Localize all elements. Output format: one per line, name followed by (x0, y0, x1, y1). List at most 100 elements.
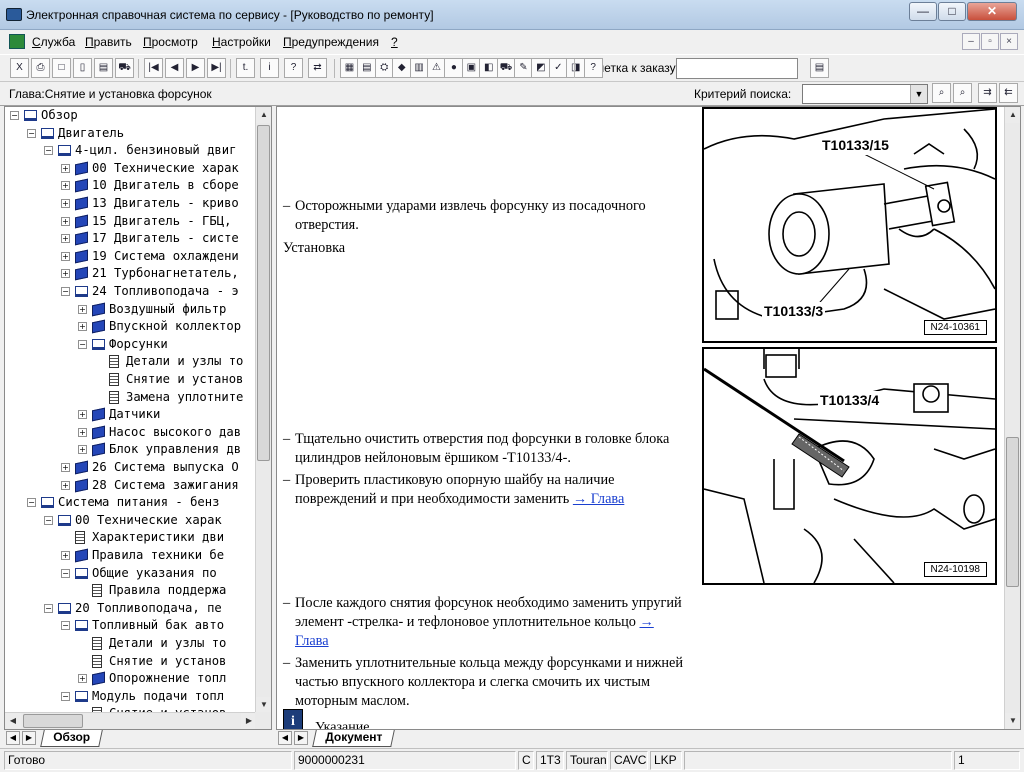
collapse-icon[interactable]: − (78, 339, 87, 349)
menu-settings[interactable]: Настройки (212, 35, 271, 49)
expand-icon[interactable]: + (61, 199, 70, 208)
open-book-icon (41, 497, 54, 509)
chapter-link[interactable]: → Глава (573, 491, 624, 507)
app-icon (6, 8, 22, 21)
expand-icon[interactable]: + (61, 251, 70, 261)
menu-help[interactable]: ? (391, 35, 398, 49)
document-vertical-thumb[interactable] (1006, 437, 1019, 587)
expand-icon[interactable]: + (61, 551, 70, 560)
document-app-icon[interactable] (9, 34, 25, 49)
tab-overview[interactable]: Обзор (40, 730, 103, 747)
list-icon[interactable]: ▤ (94, 58, 113, 78)
bookmark-icon[interactable]: ◧ (479, 58, 499, 78)
menu-edit[interactable]: Править (85, 35, 132, 49)
first-page-icon[interactable]: |◀ (144, 58, 163, 78)
collapse-icon[interactable]: − (44, 603, 53, 613)
tool-icon[interactable]: ◩ (531, 58, 551, 78)
maximize-button[interactable]: □ (938, 2, 966, 21)
menu-service[interactable]: Служба (32, 35, 75, 49)
search-criteria-select[interactable]: ▼ (802, 84, 928, 104)
tree-vertical-scrollbar[interactable]: ▲ ▼ (255, 107, 271, 713)
diamond-icon[interactable]: ◆ (392, 58, 412, 78)
search-prev-button[interactable]: ⌕ (932, 83, 951, 103)
scroll-up-icon[interactable]: ▲ (1005, 107, 1020, 123)
grid-icon[interactable]: ▥ (409, 58, 429, 78)
next-page-icon[interactable]: ▶ (186, 58, 205, 78)
collapse-all-button[interactable]: ⇇ (999, 83, 1018, 103)
scroll-down-icon[interactable]: ▼ (256, 697, 271, 713)
document-vertical-scrollbar[interactable]: ▲ ▼ (1004, 107, 1020, 729)
tree-vertical-thumb[interactable] (257, 125, 270, 461)
tree-item-label: Правила техники бе (92, 548, 225, 562)
print-icon[interactable]: ⎙ (31, 58, 50, 78)
warning-icon[interactable]: ⚠ (427, 58, 446, 78)
help-icon[interactable]: ? (284, 58, 303, 78)
car-icon[interactable]: ⛟ (496, 58, 516, 78)
tab-scroll-right-icon[interactable]: ▶ (22, 731, 36, 745)
table-icon[interactable]: ▤ (357, 58, 377, 78)
expand-icon[interactable]: + (61, 269, 70, 279)
expand-icon[interactable]: + (78, 304, 87, 314)
note-settings-button[interactable]: ▤ (810, 58, 829, 78)
expand-icon[interactable]: + (78, 445, 87, 455)
scroll-left-icon[interactable]: ◀ (5, 713, 21, 729)
expand-icon[interactable]: + (78, 410, 87, 420)
search-next-button[interactable]: ⌕ (953, 83, 972, 103)
menu-view[interactable]: Просмотр (143, 35, 198, 49)
text-icon[interactable]: t. (236, 58, 255, 78)
last-page-icon[interactable]: ▶| (207, 58, 226, 78)
question-icon[interactable]: ? (583, 58, 603, 78)
collapse-icon[interactable]: − (61, 568, 70, 578)
tab-scroll-left-icon[interactable]: ◀ (6, 731, 20, 745)
scroll-up-icon[interactable]: ▲ (256, 107, 271, 123)
collapse-icon[interactable]: − (61, 287, 70, 296)
menu-warnings[interactable]: Предупреждения (283, 35, 379, 49)
globe-icon[interactable]: ● (444, 58, 464, 78)
collapse-icon[interactable]: − (61, 691, 70, 701)
check-icon[interactable]: ✓ (548, 58, 568, 78)
tab-scroll-left-icon[interactable]: ◀ (278, 731, 292, 745)
mdi-minimize-button[interactable]: – (962, 33, 980, 50)
expand-icon[interactable]: + (78, 674, 87, 684)
new-document-icon[interactable]: □ (52, 58, 71, 78)
swap-icon[interactable]: ⇄ (308, 58, 327, 78)
tree-horizontal-scrollbar[interactable]: ◀ ▶ (5, 712, 257, 729)
collapse-icon[interactable]: − (61, 621, 70, 631)
tree-horizontal-thumb[interactable] (23, 714, 83, 728)
gear-icon[interactable]: ⛭ (374, 58, 394, 78)
order-note-field[interactable] (676, 58, 798, 79)
window-icon[interactable]: ▣ (461, 58, 481, 78)
expand-icon[interactable]: + (61, 463, 70, 472)
chevron-down-icon[interactable]: ▼ (910, 85, 927, 103)
expand-icon[interactable]: + (61, 234, 70, 244)
edit-icon[interactable]: ▯ (73, 58, 92, 78)
mdi-restore-button[interactable]: ▫ (981, 33, 999, 50)
close-button[interactable]: ✕ (967, 2, 1017, 21)
tab-scroll-right-icon[interactable]: ▶ (294, 731, 308, 745)
pen-icon[interactable]: ✎ (514, 58, 533, 78)
collapse-icon[interactable]: − (27, 498, 36, 508)
expand-icon[interactable]: + (61, 163, 70, 173)
expand-icon[interactable]: + (78, 427, 87, 437)
tab-document[interactable]: Документ (312, 730, 396, 747)
memo-icon[interactable]: ◨ (566, 58, 586, 78)
expand-all-button[interactable]: ⇉ (978, 83, 997, 103)
minimize-button[interactable]: — (909, 2, 937, 21)
calculator-icon[interactable]: ▦ (340, 58, 359, 78)
expand-icon[interactable]: + (61, 216, 70, 226)
collapse-icon[interactable]: − (44, 515, 53, 525)
prev-page-icon[interactable]: ◀ (165, 58, 184, 78)
expand-icon[interactable]: + (61, 181, 70, 191)
expand-icon[interactable]: + (61, 480, 70, 490)
vehicle-icon[interactable]: ⛟ (115, 58, 134, 78)
scroll-down-icon[interactable]: ▼ (1005, 713, 1020, 729)
tree-item-label: 13 Двигатель - криво (92, 196, 239, 210)
mdi-close-button[interactable]: × (1000, 33, 1018, 50)
exit-icon[interactable]: X (10, 58, 29, 78)
collapse-icon[interactable]: − (44, 146, 53, 156)
collapse-icon[interactable]: − (10, 111, 19, 120)
open-book-icon (75, 567, 88, 579)
expand-icon[interactable]: + (78, 322, 87, 332)
info-icon[interactable]: i (260, 58, 279, 78)
collapse-icon[interactable]: − (27, 128, 36, 138)
